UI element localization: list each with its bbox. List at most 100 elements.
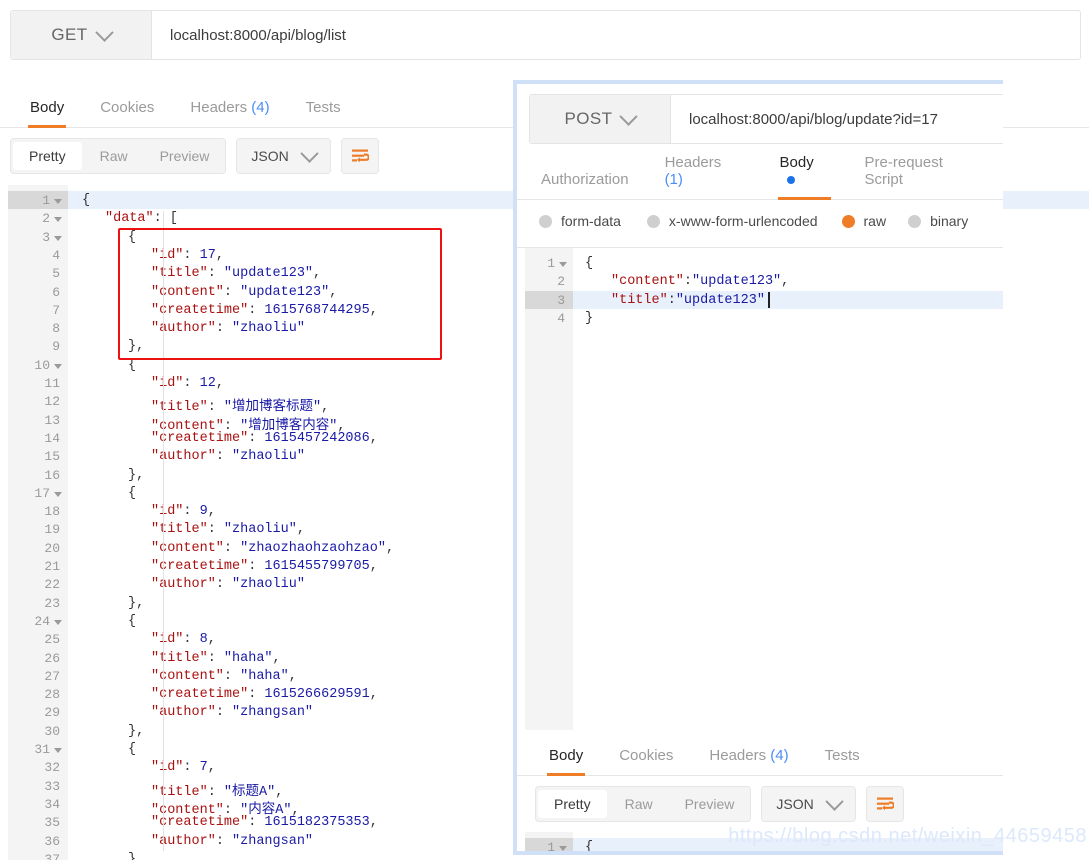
post-format-pretty[interactable]: Pretty — [538, 790, 607, 818]
body-type-label: x-www-form-urlencoded — [668, 213, 818, 229]
post-response-tab-body[interactable]: Body — [531, 747, 601, 776]
post-request-line-number-gutter: 12 3 4 — [525, 248, 573, 730]
code-token: "author" — [151, 705, 216, 721]
line-number: 10 — [34, 357, 50, 373]
code-token: : — [183, 376, 200, 391]
post-format-preview[interactable]: Preview — [669, 788, 751, 820]
code-token: "content" — [151, 284, 224, 300]
get-method-selector[interactable]: GET — [11, 11, 152, 59]
line-number: 15 — [44, 449, 60, 465]
fold-toggle-icon[interactable] — [54, 235, 62, 241]
fold-toggle-icon[interactable] — [54, 748, 62, 753]
code-token: "id" — [151, 504, 184, 520]
get-format-preview[interactable]: Preview — [144, 140, 226, 172]
line-number: 19 — [44, 522, 60, 538]
code-token: 7 — [199, 760, 208, 776]
tab-label: Cookies — [100, 99, 155, 116]
get-word-wrap-button[interactable] — [340, 138, 379, 174]
post-request-tab-pre-request-script[interactable]: Pre-request Script — [847, 154, 1003, 199]
code-token: }, — [128, 723, 145, 739]
get-language-select[interactable]: JSON — [236, 138, 331, 174]
radio-dot-icon — [646, 214, 660, 228]
code-token: "id" — [151, 632, 184, 648]
get-url-bar: GET localhost:8000/api/blog/list — [10, 10, 1081, 60]
unsaved-dot-icon — [786, 176, 795, 185]
get-line-number-gutter: 1 2 3 4 5 6 7 8 9 10 11 12 13 14 15 16 17 18 19 20 21 22 23 24 2… — [8, 185, 68, 860]
line-number: 7 — [52, 302, 60, 318]
line-number: 17 — [34, 485, 50, 501]
post-response-tab-tests[interactable]: Tests — [807, 747, 878, 775]
get-response-tab-cookies[interactable]: Cookies — [82, 99, 172, 127]
code-token: "title" — [151, 650, 208, 666]
body-type-radio-raw[interactable]: raw — [841, 213, 887, 229]
tab-label: Headers — [190, 99, 248, 116]
line-number: 1 — [547, 840, 555, 855]
fold-toggle-icon[interactable] — [54, 619, 62, 625]
gutter-pad — [517, 832, 525, 851]
line-number: 8 — [52, 321, 60, 337]
code-token: { — [585, 256, 594, 271]
code-token: "createtime" — [151, 430, 249, 446]
code-token: : — [248, 430, 265, 446]
tab-label: Body — [30, 99, 65, 116]
get-method-label: GET — [51, 25, 88, 44]
get-format-pretty[interactable]: Pretty — [13, 142, 82, 170]
line-number: 28 — [44, 687, 60, 703]
code-line: "id": 8, — [68, 632, 216, 647]
get-response-tab-headers[interactable]: Headers (4) — [172, 99, 287, 127]
code-token: , — [369, 559, 378, 574]
post-request-tab-authorization[interactable]: Authorization — [523, 171, 647, 199]
fold-toggle-icon[interactable] — [559, 846, 567, 851]
post-response-tab-headers[interactable]: Headers (4) — [691, 747, 806, 775]
tab-label: Pre-request Script — [864, 154, 943, 188]
line-number: 1 — [42, 193, 50, 208]
body-type-label: raw — [863, 213, 887, 229]
get-url-input[interactable]: localhost:8000/api/blog/list — [152, 11, 1080, 59]
post-language-select[interactable]: JSON — [761, 786, 856, 822]
code-token: , — [369, 815, 378, 831]
fold-toggle-icon[interactable] — [54, 491, 62, 497]
code-token: { — [128, 357, 137, 373]
code-line: "id": 17, — [68, 248, 224, 263]
fold-toggle-icon[interactable] — [54, 199, 62, 204]
code-token: "title" — [151, 522, 208, 538]
post-word-wrap-button[interactable] — [865, 786, 904, 822]
code-token: : — [215, 449, 233, 465]
get-response-tab-tests[interactable]: Tests — [288, 99, 359, 127]
post-url-input[interactable]: localhost:8000/api/blog/update?id=17 — [671, 95, 1003, 143]
code-line: { — [68, 230, 136, 245]
code-line: "id": 9, — [68, 504, 216, 519]
body-type-radio-x-www-form-urlencoded[interactable]: x-www-form-urlencoded — [646, 213, 818, 229]
code-token: "zhaozhaohzaohzao" — [240, 540, 386, 556]
fold-toggle-icon[interactable] — [54, 217, 62, 223]
get-response-tab-body[interactable]: Body — [12, 99, 82, 128]
code-token: : [ — [153, 211, 178, 227]
line-number: 34 — [44, 796, 60, 812]
post-method-selector[interactable]: POST — [530, 95, 671, 143]
code-token: : — [183, 504, 200, 520]
text-caret — [768, 291, 770, 308]
code-line: "content": "update123", — [68, 285, 337, 300]
code-token: "title" — [151, 266, 208, 282]
body-type-radio-form-data[interactable]: form-data — [539, 213, 621, 229]
code-token: { — [82, 193, 91, 208]
post-request-body-editor[interactable]: 1234 {"content":"update123", "title":"upd… — [517, 247, 1003, 730]
line-number: 2 — [42, 211, 50, 227]
line-number: 24 — [34, 613, 50, 629]
post-request-tab-headers[interactable]: Headers (1) — [647, 154, 762, 199]
code-token: "id" — [151, 760, 184, 776]
body-type-radio-binary[interactable]: binary — [908, 213, 968, 229]
post-response-tab-cookies[interactable]: Cookies — [601, 747, 691, 775]
active-line-gutter-highlight — [525, 290, 573, 309]
get-format-raw[interactable]: Raw — [84, 140, 144, 172]
code-token: 1615457242086 — [264, 430, 370, 446]
fold-toggle-icon[interactable] — [54, 363, 62, 369]
code-token: }, — [128, 851, 145, 860]
code-token: "update123" — [223, 266, 314, 282]
word-wrap-icon — [876, 797, 894, 811]
post-request-code-area[interactable]: {"content":"update123", "title":"update12… — [573, 248, 1003, 730]
post-format-raw[interactable]: Raw — [609, 788, 669, 820]
post-request-tab-body[interactable]: Body — [762, 154, 847, 200]
code-token: "haha" — [240, 668, 289, 684]
fold-toggle-icon[interactable] — [559, 262, 567, 267]
